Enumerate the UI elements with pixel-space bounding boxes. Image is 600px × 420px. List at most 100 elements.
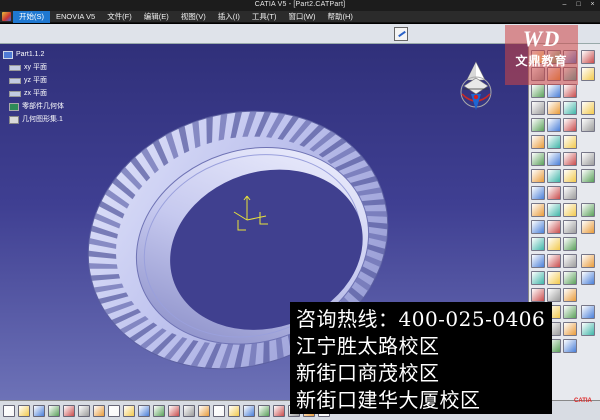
standard-tool-button[interactable] [258,405,270,417]
workbench-tool-button[interactable] [581,118,595,132]
workbench-tool-button[interactable] [581,322,595,336]
tree-item-xy-plane[interactable]: xy 平面 [3,61,64,74]
standard-tool-button[interactable] [33,405,45,417]
minimize-icon[interactable]: – [559,1,570,9]
tree-root[interactable]: Part1.1.2 [3,48,64,61]
plane-icon [9,64,21,71]
workbench-tool-button[interactable] [563,186,577,200]
workbench-tool-button[interactable] [563,288,577,302]
workbench-tool-button[interactable] [547,237,561,251]
workbench-tool-button[interactable] [547,271,561,285]
workbench-tool-button[interactable] [563,305,577,319]
app-icon[interactable] [2,12,11,21]
workbench-tool-button[interactable] [547,118,561,132]
workbench-tool-button[interactable] [581,67,595,81]
workbench-tool-button[interactable] [563,169,577,183]
workbench-tool-button[interactable] [547,135,561,149]
workbench-tool-button[interactable] [581,203,595,217]
menu-help[interactable]: 帮助(H) [322,11,359,23]
menu-tools[interactable]: 工具(T) [246,11,283,23]
workbench-tool-button[interactable] [563,254,577,268]
menu-enovia[interactable]: ENOVIA V5 [50,11,101,23]
standard-tool-button[interactable] [63,405,75,417]
workbench-tool-button[interactable] [563,84,577,98]
sketch-tool-icon[interactable] [394,27,408,41]
workbench-tool-button[interactable] [531,203,545,217]
standard-tool-button[interactable] [168,405,180,417]
workbench-tool-button[interactable] [581,152,595,166]
tree-item-zx-plane[interactable]: zx 平面 [3,87,64,100]
workbench-tool-button[interactable] [547,220,561,234]
workbench-tool-button[interactable] [563,322,577,336]
workbench-tool-button[interactable] [531,84,545,98]
standard-tool-button[interactable] [93,405,105,417]
tree-item-label: xy 平面 [24,64,47,71]
workbench-tool-button[interactable] [531,101,545,115]
workbench-tool-button[interactable] [531,254,545,268]
workbench-tool-button[interactable] [581,305,595,319]
window-title: CATIA V5 - [Part2.CATPart] [254,1,346,8]
close-icon[interactable]: × [587,1,598,9]
standard-tool-button[interactable] [243,405,255,417]
standard-tool-button[interactable] [123,405,135,417]
workbench-tool-button[interactable] [563,237,577,251]
workbench-tool-button[interactable] [531,271,545,285]
standard-tool-button[interactable] [138,405,150,417]
workbench-tool-button[interactable] [581,169,595,183]
menu-view[interactable]: 视图(V) [175,11,212,23]
workbench-tool-button[interactable] [531,237,545,251]
workbench-tool-button[interactable] [581,101,595,115]
workbench-tool-button[interactable] [547,254,561,268]
maximize-icon[interactable]: □ [573,1,584,9]
workbench-tool-button[interactable] [563,118,577,132]
tree-item-yz-plane[interactable]: yz 平面 [3,74,64,87]
workbench-tool-button[interactable] [563,220,577,234]
tree-item-part-body[interactable]: 零部件几何体 [3,100,64,113]
workbench-tool-button[interactable] [563,135,577,149]
campus-line: 新街口商茂校区 [296,361,440,385]
workbench-tool-button[interactable] [563,271,577,285]
workbench-tool-button[interactable] [581,220,595,234]
menu-insert[interactable]: 插入(I) [212,11,246,23]
workbench-tool-button[interactable] [563,203,577,217]
standard-tool-button[interactable] [183,405,195,417]
workbench-tool-button[interactable] [547,169,561,183]
workbench-tool-button[interactable] [581,254,595,268]
standard-tool-button[interactable] [18,405,30,417]
standard-tool-button[interactable] [48,405,60,417]
standard-tool-button[interactable] [228,405,240,417]
standard-tool-button[interactable] [213,405,225,417]
workbench-tool-button[interactable] [531,220,545,234]
tree-item-geometric-set[interactable]: 几何图形集.1 [3,113,64,126]
standard-tool-button[interactable] [3,405,15,417]
menu-window[interactable]: 窗口(W) [282,11,321,23]
workbench-tool-button[interactable] [531,152,545,166]
workbench-tool-button[interactable] [563,339,577,353]
contact-overlay: 咨询热线：400-025-0406 江宁胜太路校区 新街口商茂校区 新街口建华大… [290,302,552,414]
workbench-tool-button[interactable] [563,152,577,166]
workbench-tool-button[interactable] [581,50,595,64]
menu-file[interactable]: 文件(F) [101,11,138,23]
workbench-tool-button[interactable] [547,203,561,217]
standard-tool-button[interactable] [153,405,165,417]
menu-edit[interactable]: 编辑(E) [138,11,175,23]
workbench-tool-button[interactable] [531,186,545,200]
workbench-tool-button[interactable] [531,169,545,183]
workbench-tool-button[interactable] [531,288,545,302]
standard-tool-button[interactable] [198,405,210,417]
window-controls: – □ × [559,1,598,9]
workbench-tool-button[interactable] [547,186,561,200]
standard-tool-button[interactable] [108,405,120,417]
workbench-tool-button[interactable] [547,84,561,98]
workbench-tool-button[interactable] [547,152,561,166]
menu-start[interactable]: 开始(S) [13,10,50,23]
workbench-tool-button[interactable] [547,288,561,302]
compass-icon[interactable] [460,61,492,110]
workbench-tool-button[interactable] [531,118,545,132]
standard-tool-button[interactable] [273,405,285,417]
workbench-tool-button[interactable] [531,135,545,149]
workbench-tool-button[interactable] [547,101,561,115]
workbench-tool-button[interactable] [581,271,595,285]
standard-tool-button[interactable] [78,405,90,417]
workbench-tool-button[interactable] [563,101,577,115]
